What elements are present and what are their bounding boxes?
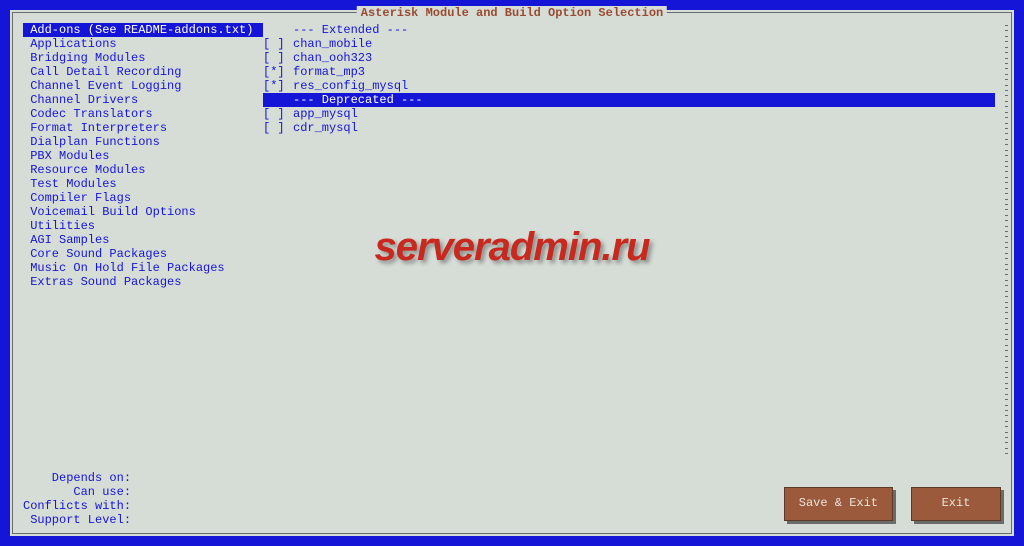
module-item[interactable]: [ ]chan_ooh323 [263, 51, 995, 65]
module-checkbox[interactable]: [*] [263, 65, 293, 79]
depends-on-label: Depends on: [23, 471, 131, 485]
module-checkbox[interactable]: [ ] [263, 121, 293, 135]
module-name: res_config_mysql [293, 79, 408, 93]
module-name: cdr_mysql [293, 121, 358, 135]
terminal-window: Asterisk Module and Build Option Selecti… [0, 0, 1024, 546]
module-checkbox[interactable]: [*] [263, 79, 293, 93]
module-name: app_mysql [293, 107, 358, 121]
exit-button[interactable]: Exit [911, 487, 1001, 521]
category-item[interactable]: Test Modules [23, 177, 263, 191]
category-item[interactable]: Channel Event Logging [23, 79, 263, 93]
category-item[interactable]: Voicemail Build Options [23, 205, 263, 219]
category-item[interactable]: Add-ons (See README-addons.txt) [23, 23, 263, 37]
category-item[interactable]: Dialplan Functions [23, 135, 263, 149]
category-item[interactable]: PBX Modules [23, 149, 263, 163]
module-checkbox[interactable]: [ ] [263, 37, 293, 51]
category-item[interactable]: Compiler Flags [23, 191, 263, 205]
category-item[interactable]: Codec Translators [23, 107, 263, 121]
module-name: chan_mobile [293, 37, 372, 51]
category-item[interactable]: Channel Drivers [23, 93, 263, 107]
category-item[interactable]: Extras Sound Packages [23, 275, 263, 289]
button-group: Save & Exit Exit [784, 487, 1001, 527]
save-exit-button[interactable]: Save & Exit [784, 487, 893, 521]
bottom-bar: Depends on: Can use: Conflicts with: Sup… [23, 471, 1001, 527]
can-use-label: Can use: [23, 485, 131, 499]
category-item[interactable]: Call Detail Recording [23, 65, 263, 79]
category-list[interactable]: Add-ons (See README-addons.txt) Applicat… [23, 23, 263, 458]
category-item[interactable]: Resource Modules [23, 163, 263, 177]
module-item[interactable]: [ ]chan_mobile [263, 37, 995, 51]
category-item[interactable]: AGI Samples [23, 233, 263, 247]
module-section-header: --- Extended --- [263, 23, 995, 37]
conflicts-with-label: Conflicts with: [23, 499, 131, 513]
module-name: format_mp3 [293, 65, 365, 79]
module-list[interactable]: --- Extended ---[ ]chan_mobile[ ]chan_oo… [263, 23, 995, 458]
category-item[interactable]: Core Sound Packages [23, 247, 263, 261]
module-name: chan_ooh323 [293, 51, 372, 65]
category-item[interactable]: Music On Hold File Packages [23, 261, 263, 275]
category-item[interactable]: Bridging Modules [23, 51, 263, 65]
scrollbar[interactable] [1005, 25, 1008, 455]
menuselect-frame: Asterisk Module and Build Option Selecti… [12, 12, 1012, 534]
category-item[interactable]: Format Interpreters [23, 121, 263, 135]
module-item[interactable]: [ ]app_mysql [263, 107, 995, 121]
module-item[interactable]: [*]res_config_mysql [263, 79, 995, 93]
window-title: Asterisk Module and Build Option Selecti… [357, 6, 667, 20]
module-item[interactable]: [ ]cdr_mysql [263, 121, 995, 135]
module-checkbox[interactable]: [ ] [263, 107, 293, 121]
support-level-label: Support Level: [23, 513, 131, 527]
content-area: Add-ons (See README-addons.txt) Applicat… [13, 13, 1011, 458]
category-item[interactable]: Applications [23, 37, 263, 51]
module-section-header: --- Deprecated --- [263, 93, 995, 107]
module-checkbox[interactable]: [ ] [263, 51, 293, 65]
info-block: Depends on: Can use: Conflicts with: Sup… [23, 471, 131, 527]
module-item[interactable]: [*]format_mp3 [263, 65, 995, 79]
category-item[interactable]: Utilities [23, 219, 263, 233]
